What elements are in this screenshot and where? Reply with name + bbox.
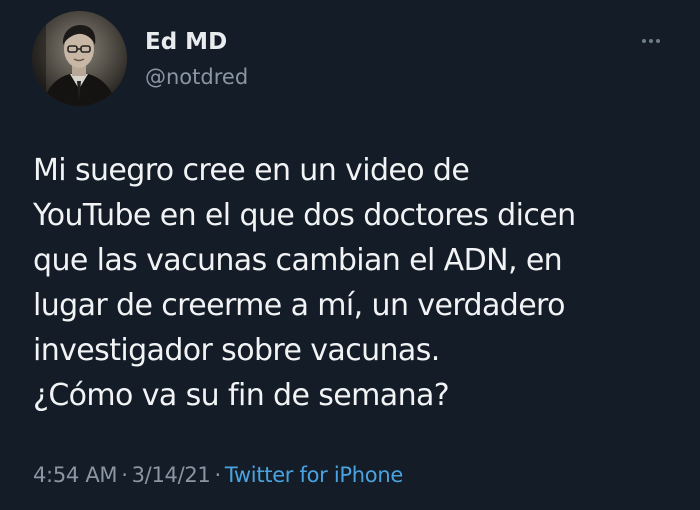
ellipsis-icon (642, 39, 646, 43)
tweet-text-line: investigador sobre vacunas. (33, 333, 440, 368)
tweet-text-line: Mi suegro cree en un video de (33, 153, 470, 188)
tweet-text: Mi suegro cree en un video de YouTube en… (33, 148, 683, 418)
meta-separator: · (214, 463, 221, 487)
meta-separator: · (121, 463, 128, 487)
tweet-card: Ed MD @notdred Mi suegro cree en un vide… (0, 0, 700, 510)
ellipsis-icon (656, 39, 660, 43)
tweet-text-line: lugar de creerme a mí, un verdadero (33, 288, 565, 323)
tweet-text-line: ¿Cómo va su fin de semana? (33, 378, 450, 413)
author-display-name[interactable]: Ed MD (145, 27, 227, 57)
author-handle[interactable]: @notdred (145, 63, 248, 91)
tweet-date[interactable]: 3/14/21 (132, 463, 211, 487)
tweet-text-line: que las vacunas cambian el ADN, en (33, 243, 563, 278)
tweet-metadata: 4:54 AM · 3/14/21 · Twitter for iPhone (33, 460, 403, 490)
profile-photo-icon (32, 11, 127, 106)
more-options-button[interactable] (633, 28, 669, 52)
tweet-text-line: YouTube en el que dos doctores dicen (33, 198, 576, 233)
author-avatar[interactable] (32, 11, 127, 106)
tweet-time[interactable]: 4:54 AM (33, 463, 118, 487)
tweet-source-link[interactable]: Twitter for iPhone (225, 463, 403, 487)
ellipsis-icon (649, 39, 653, 43)
